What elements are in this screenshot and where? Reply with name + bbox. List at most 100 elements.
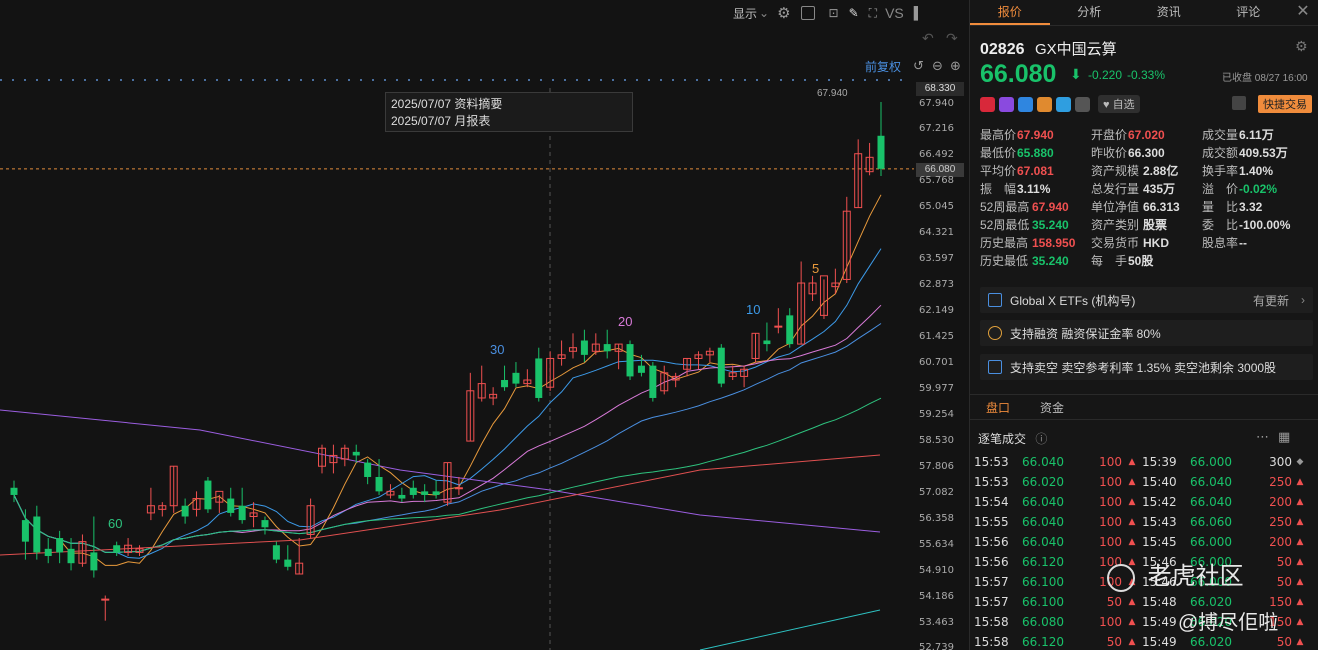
layout-toggle-icon[interactable] bbox=[800, 6, 815, 20]
price-axis-label: 54.186 bbox=[919, 591, 954, 602]
stat-value: 66.300 bbox=[1128, 146, 1165, 160]
stat-value: -100.00% bbox=[1239, 218, 1291, 232]
tag-icon[interactable] bbox=[1056, 96, 1071, 112]
stats-row: 历史最低 35.240 每 手 50股 bbox=[980, 252, 1315, 270]
stats-row: 最高价 67.940 开盘价 67.020 成交量 6.11万 bbox=[980, 126, 1315, 144]
stats-row: 历史最高 158.950 交易货币 HKD 股息率 -- bbox=[980, 234, 1315, 252]
stock-code: 02826 bbox=[980, 41, 1025, 58]
price-change-pct: -0.33% bbox=[1127, 68, 1166, 82]
stat-label: 历史最高 bbox=[980, 236, 1029, 250]
candle-body bbox=[352, 451, 360, 456]
stat-value: 2.88亿 bbox=[1143, 164, 1179, 178]
quick-trade-button[interactable]: 快捷交易 bbox=[1258, 95, 1312, 113]
display-menu[interactable]: 显示 bbox=[733, 5, 757, 22]
trade-volume: 300 bbox=[1269, 455, 1292, 469]
price-axis-label: 60.701 bbox=[919, 357, 954, 368]
settings-icon[interactable]: ⚙ bbox=[1295, 38, 1308, 55]
stat-value: 158.950 bbox=[1032, 236, 1076, 250]
candle-body bbox=[204, 480, 212, 510]
trade-time: 15:53 bbox=[974, 455, 1009, 469]
grid-icon[interactable]: ▦ bbox=[1278, 429, 1290, 445]
market-status: 已收盘 08/27 16:00 bbox=[1222, 73, 1308, 84]
tab-quote[interactable]: 报价 bbox=[970, 0, 1050, 25]
chevron-down-icon[interactable]: ⌄ bbox=[759, 6, 769, 20]
stat-value: 50股 bbox=[1128, 254, 1154, 268]
redo-icon[interactable]: ↷ bbox=[946, 30, 958, 47]
stat-cell: 成交量 6.11万 bbox=[1202, 126, 1313, 144]
close-icon[interactable]: ✕ bbox=[1288, 0, 1318, 25]
price-axis-label: 62.873 bbox=[919, 279, 954, 290]
trade-time: 15:55 bbox=[974, 515, 1009, 529]
tab-orderbook[interactable]: 盘口 bbox=[986, 399, 1010, 416]
candle-body bbox=[717, 347, 725, 384]
stat-cell: 换手率 1.40% bbox=[1202, 162, 1313, 180]
price-axis-label: 59.254 bbox=[919, 409, 954, 420]
tab-capital[interactable]: 资金 bbox=[1040, 399, 1064, 416]
panel-tabs: 报价 分析 资讯 评论 ✕ bbox=[970, 0, 1318, 26]
more-icon[interactable]: ⋯ bbox=[1256, 429, 1269, 445]
info-icon[interactable]: ⓘ bbox=[1035, 432, 1047, 446]
up-arrow-icon: ▲ bbox=[1296, 497, 1304, 507]
gear-icon[interactable]: ⚙ bbox=[777, 4, 790, 22]
tab-news[interactable]: 资讯 bbox=[1129, 0, 1209, 25]
price-axis-label: 65.045 bbox=[919, 201, 954, 212]
tab-comments[interactable]: 评论 bbox=[1209, 0, 1289, 25]
dollar-icon[interactable] bbox=[1018, 96, 1033, 112]
margin-info: 支持融资 融资保证金率 80% bbox=[980, 320, 1313, 346]
chevron-right-icon: › bbox=[1301, 293, 1305, 307]
price-axis-label: 54.910 bbox=[919, 565, 954, 576]
trade-time: 15:54 bbox=[974, 495, 1009, 509]
stat-cell: 历史最低 35.240 bbox=[980, 252, 1091, 270]
candle-body bbox=[10, 487, 18, 495]
short-icon[interactable] bbox=[1037, 96, 1052, 112]
trade-volume: 100 bbox=[1099, 475, 1122, 489]
stat-cell: 52周最高 67.940 bbox=[980, 198, 1091, 216]
candle-body bbox=[21, 520, 29, 542]
issuer-link[interactable]: Global X ETFs (机构号) 有更新 › bbox=[980, 287, 1313, 313]
stat-label: 历史最低 bbox=[980, 254, 1029, 268]
watermark-text: 老虎社区 bbox=[1147, 563, 1244, 590]
stats-row: 52周最低 35.240 资产类别 股票委 比 -100.00% bbox=[980, 216, 1315, 234]
fullscreen-icon[interactable]: ⛶ bbox=[869, 6, 877, 21]
trade-row: 15:53 66.040 100 ▲ 15:39 66.000 300 ◆ bbox=[974, 452, 1318, 472]
trade-time: 15:39 bbox=[1142, 455, 1177, 469]
stat-label: 最低价 bbox=[980, 146, 1017, 160]
undo-icon[interactable]: ↶ bbox=[922, 30, 934, 47]
adjust-mode-button[interactable]: 前复权 bbox=[865, 58, 901, 75]
zoom-out-icon[interactable]: ⊖ bbox=[932, 58, 943, 74]
trade-volume: 100 bbox=[1099, 455, 1122, 469]
up-arrow-icon: ▲ bbox=[1128, 637, 1136, 647]
stat-value: 股票 bbox=[1143, 218, 1168, 232]
bell-icon[interactable] bbox=[1232, 96, 1246, 110]
candle-body bbox=[774, 325, 783, 328]
candle-body bbox=[786, 315, 794, 345]
camera-icon[interactable]: ⊡ bbox=[829, 6, 839, 20]
price-axis-label: 52.739 bbox=[919, 642, 954, 650]
compare-button[interactable]: VS bbox=[885, 5, 904, 21]
trade-price: 66.120 bbox=[1022, 635, 1064, 649]
tab-analysis[interactable]: 分析 bbox=[1050, 0, 1130, 25]
stat-cell: 总发行量 435万 bbox=[1091, 180, 1202, 198]
zoom-in-icon[interactable]: ⊕ bbox=[950, 58, 961, 74]
stat-label: 资产规模 bbox=[1091, 164, 1140, 178]
stat-cell: 资产类别 股票 bbox=[1091, 216, 1202, 234]
candle-body bbox=[44, 548, 52, 557]
crosshair-price-tag: 68.330 bbox=[916, 82, 964, 96]
doc-icon[interactable] bbox=[1075, 96, 1090, 112]
up-arrow-icon: ▲ bbox=[1128, 597, 1136, 607]
lightning-icon[interactable] bbox=[999, 96, 1014, 112]
up-arrow-icon: ▲ bbox=[1296, 577, 1304, 587]
stat-label: 溢 价 bbox=[1202, 182, 1239, 196]
ma-line-long bbox=[0, 409, 881, 533]
ma-line-5 bbox=[13, 194, 882, 566]
app-window: 显示 ⌄ ⚙ ⊡ ✎ ⛶ VS ▌ ↶ ↷ 前复权 ↺ ⊖ ⊕ 68.330 6… bbox=[0, 0, 1318, 650]
stat-value: -0.02% bbox=[1239, 182, 1278, 196]
trade-price: 66.000 bbox=[1190, 535, 1232, 549]
pencil-icon[interactable]: ✎ bbox=[849, 6, 859, 20]
stat-label: 开盘价 bbox=[1091, 128, 1128, 142]
panel-toggle-icon[interactable]: ▌ bbox=[914, 6, 923, 20]
ma-label-5: 5 bbox=[812, 261, 820, 276]
watchlist-button[interactable]: ♥ 自选 bbox=[1098, 95, 1140, 113]
reset-icon[interactable]: ↺ bbox=[913, 58, 924, 74]
kline-chart[interactable]: 显示 ⌄ ⚙ ⊡ ✎ ⛶ VS ▌ ↶ ↷ 前复权 ↺ ⊖ ⊕ 68.330 6… bbox=[0, 0, 968, 650]
